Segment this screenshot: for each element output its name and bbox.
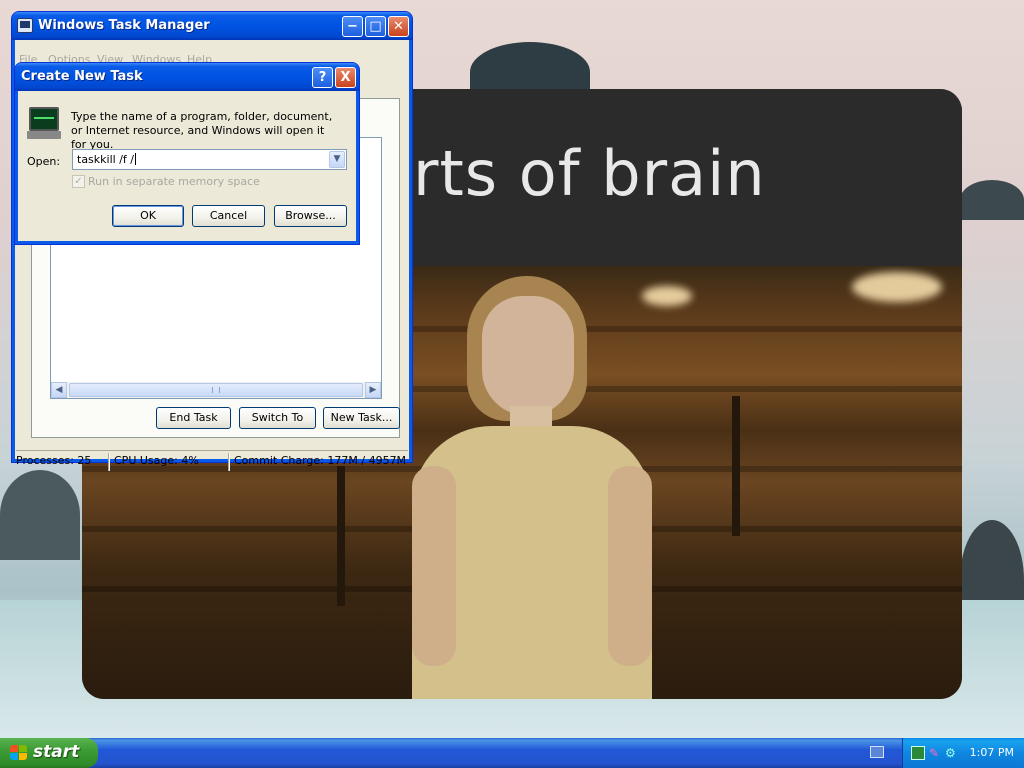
help-button[interactable]: ? [312, 67, 333, 88]
task-manager-icon [17, 18, 33, 33]
logo-part [19, 745, 27, 752]
grip-icon [212, 387, 220, 393]
open-combobox[interactable]: taskkill /f / ▼ [72, 149, 347, 170]
person-face [482, 296, 574, 416]
minimize-icon: − [347, 19, 358, 34]
separate-memory-label: Run in separate memory space [88, 175, 260, 188]
arrow-right-icon: ▶ [369, 385, 377, 395]
status-divider [108, 453, 110, 471]
monitor-icon [29, 107, 59, 131]
clock[interactable]: 1:07 PM [970, 746, 1014, 759]
open-input-text: taskkill /f / [77, 153, 134, 166]
open-input[interactable]: taskkill /f / [77, 153, 136, 166]
system-tray: ✎ ⚙ 1:07 PM [902, 738, 1024, 768]
background-rock [960, 180, 1024, 220]
minimize-button[interactable]: − [342, 16, 363, 37]
status-commit: Commit Charge: 177M / 4957M [234, 454, 407, 467]
dialog-close-button[interactable]: X [335, 67, 356, 88]
dialog-titlebar[interactable]: Create New Task ? X [15, 63, 359, 91]
task-manager-title: Windows Task Manager [38, 18, 210, 33]
browse-button[interactable]: Browse... [274, 205, 347, 227]
person-arm [412, 466, 456, 666]
photo-light [852, 272, 942, 302]
windows-logo-icon [10, 745, 28, 761]
close-icon: ✕ [393, 19, 404, 34]
run-program-icon [27, 107, 61, 139]
photo-person [412, 266, 652, 699]
logo-part [19, 753, 27, 760]
cancel-button[interactable]: Cancel [192, 205, 265, 227]
dialog-title: Create New Task [21, 69, 143, 84]
chevron-down-icon: ▼ [333, 154, 341, 164]
keyboard-icon[interactable] [870, 746, 884, 758]
scroll-thumb[interactable] [69, 383, 363, 397]
close-button[interactable]: ✕ [388, 16, 409, 37]
horizontal-scrollbar[interactable]: ◀ ▶ [51, 382, 381, 398]
person-arm [608, 466, 652, 666]
dialog-description: Type the name of a program, folder, docu… [71, 110, 333, 151]
end-task-button[interactable]: End Task [156, 407, 231, 429]
photo-detail [732, 396, 740, 536]
maximize-icon: □ [369, 19, 382, 34]
scroll-left-button[interactable]: ◀ [51, 382, 67, 398]
status-processes: Processes: 25 [16, 454, 92, 467]
maximize-button[interactable]: □ [365, 16, 386, 37]
logo-part [10, 753, 18, 760]
ok-button[interactable]: OK [112, 205, 184, 227]
task-manager-tray-icon[interactable] [911, 746, 925, 760]
arrow-left-icon: ◀ [55, 385, 63, 395]
status-divider [228, 453, 230, 471]
separate-memory-checkbox[interactable]: ✓ [72, 175, 85, 188]
background-rock [0, 470, 80, 560]
dropdown-button[interactable]: ▼ [329, 151, 345, 168]
create-new-task-dialog: Create New Task ? X Type the name of a p… [14, 62, 360, 245]
checkmark-icon: ✓ [74, 176, 83, 187]
switch-to-button[interactable]: Switch To [239, 407, 316, 429]
photo-detail [337, 466, 345, 606]
close-icon: X [340, 70, 351, 85]
open-label: Open: [27, 155, 61, 168]
computer-base-icon [27, 131, 61, 139]
task-manager-titlebar[interactable]: Windows Task Manager − □ ✕ [12, 12, 412, 40]
status-cpu: CPU Usage: 4% [114, 454, 199, 467]
new-task-button[interactable]: New Task... [323, 407, 400, 429]
pen-tray-icon[interactable]: ✎ [929, 746, 943, 760]
start-label: start [33, 742, 80, 762]
network-tray-icon[interactable]: ⚙ [945, 746, 959, 760]
start-button[interactable]: start [0, 738, 98, 768]
text-cursor [134, 153, 136, 165]
help-icon: ? [318, 70, 327, 85]
viewer-title: arts of brain [374, 137, 766, 210]
scroll-right-button[interactable]: ▶ [365, 382, 381, 398]
status-bar: Processes: 25 CPU Usage: 4% Commit Charg… [16, 450, 408, 472]
logo-part [10, 745, 18, 752]
